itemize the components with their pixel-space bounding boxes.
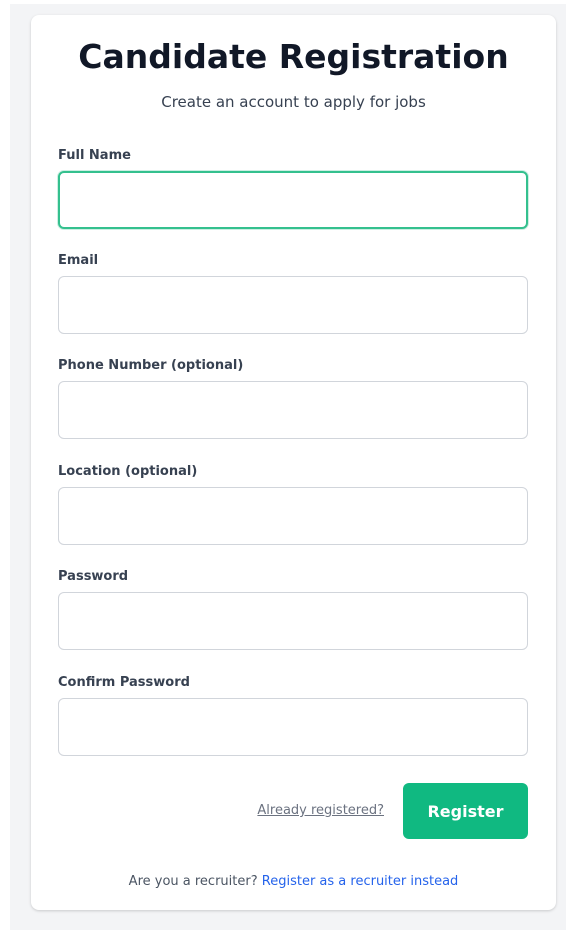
email-field: Email — [58, 252, 528, 334]
page-subtitle: Create an account to apply for jobs — [161, 93, 426, 111]
registration-card: Candidate Registration Create an account… — [31, 15, 556, 910]
password-field: Password — [58, 568, 528, 650]
email-input[interactable] — [58, 276, 528, 334]
confirm-password-input[interactable] — [58, 698, 528, 756]
location-input[interactable] — [58, 487, 528, 545]
phone-input[interactable] — [58, 381, 528, 439]
password-label: Password — [58, 569, 129, 584]
register-as-recruiter-link[interactable]: Register as a recruiter instead — [262, 874, 459, 889]
location-field: Location (optional) — [58, 463, 528, 545]
already-registered-link[interactable]: Already registered? — [257, 803, 384, 818]
full-name-field: Full Name — [58, 147, 528, 229]
full-name-label: Full Name — [58, 148, 131, 163]
location-label: Location (optional) — [58, 464, 198, 479]
register-button[interactable]: Register — [403, 783, 528, 839]
phone-field: Phone Number (optional) — [58, 357, 528, 439]
full-name-input[interactable] — [58, 171, 528, 229]
confirm-password-field: Confirm Password — [58, 674, 528, 756]
password-input[interactable] — [58, 592, 528, 650]
email-label: Email — [58, 253, 99, 268]
page-title: Candidate Registration — [78, 37, 509, 76]
recruiter-footer: Are you a recruiter? Register as a recru… — [31, 873, 556, 891]
form-actions: Already registered? Register — [58, 783, 528, 839]
recruiter-prompt: Are you a recruiter? — [128, 874, 258, 889]
confirm-password-label: Confirm Password — [58, 675, 190, 690]
phone-label: Phone Number (optional) — [58, 358, 244, 373]
